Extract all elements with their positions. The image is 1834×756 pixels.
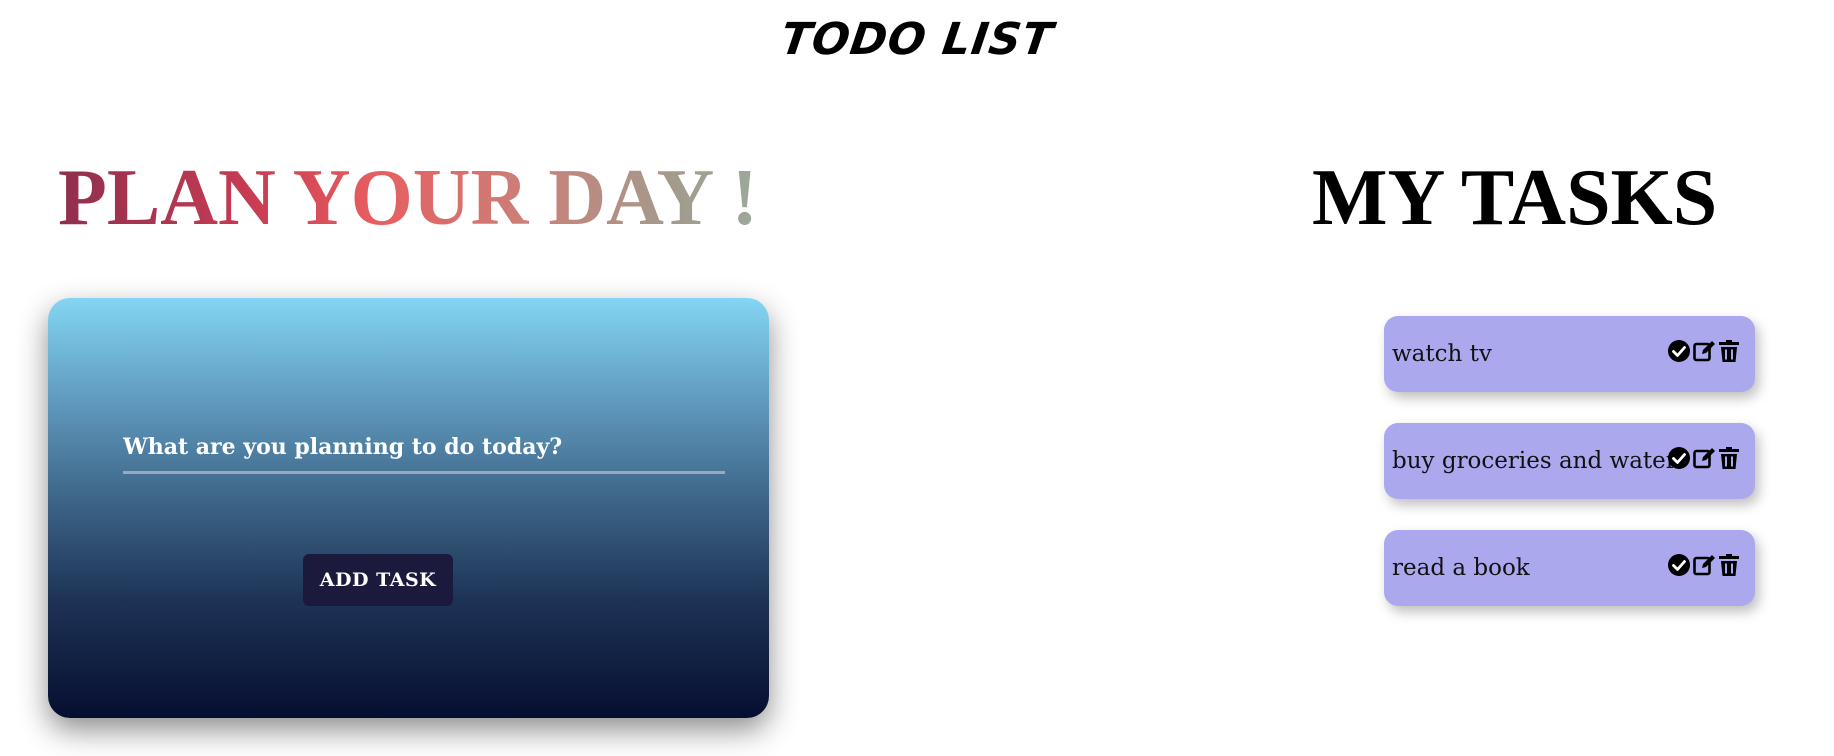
todo-page: TODO LIST PLAN YOUR DAY ! MY TASKS ADD T… (0, 0, 1834, 756)
task-item: read a book (1384, 530, 1755, 606)
tasks-heading: MY TASKS (1312, 154, 1718, 242)
app-title: TODO LIST (777, 14, 1057, 65)
check-circle-icon[interactable] (1667, 445, 1691, 471)
edit-icon[interactable] (1692, 552, 1716, 578)
task-form-card: ADD TASK (48, 298, 769, 718)
task-actions (1667, 445, 1741, 471)
edit-icon[interactable] (1692, 338, 1716, 364)
task-actions (1667, 338, 1741, 364)
task-text: buy groceries and water (1392, 448, 1677, 474)
edit-icon[interactable] (1692, 445, 1716, 471)
trash-icon[interactable] (1717, 338, 1741, 364)
trash-icon[interactable] (1717, 445, 1741, 471)
task-item: watch tv (1384, 316, 1755, 392)
task-text: read a book (1392, 555, 1530, 581)
task-item: buy groceries and water (1384, 423, 1755, 499)
check-circle-icon[interactable] (1667, 338, 1691, 364)
trash-icon[interactable] (1717, 552, 1741, 578)
add-task-button[interactable]: ADD TASK (303, 554, 453, 606)
check-circle-icon[interactable] (1667, 552, 1691, 578)
plan-heading: PLAN YOUR DAY ! (58, 154, 758, 242)
task-actions (1667, 552, 1741, 578)
task-text: watch tv (1392, 341, 1492, 367)
task-input[interactable] (123, 428, 725, 474)
task-list: watch tv buy groceries and water read a … (1384, 316, 1755, 637)
